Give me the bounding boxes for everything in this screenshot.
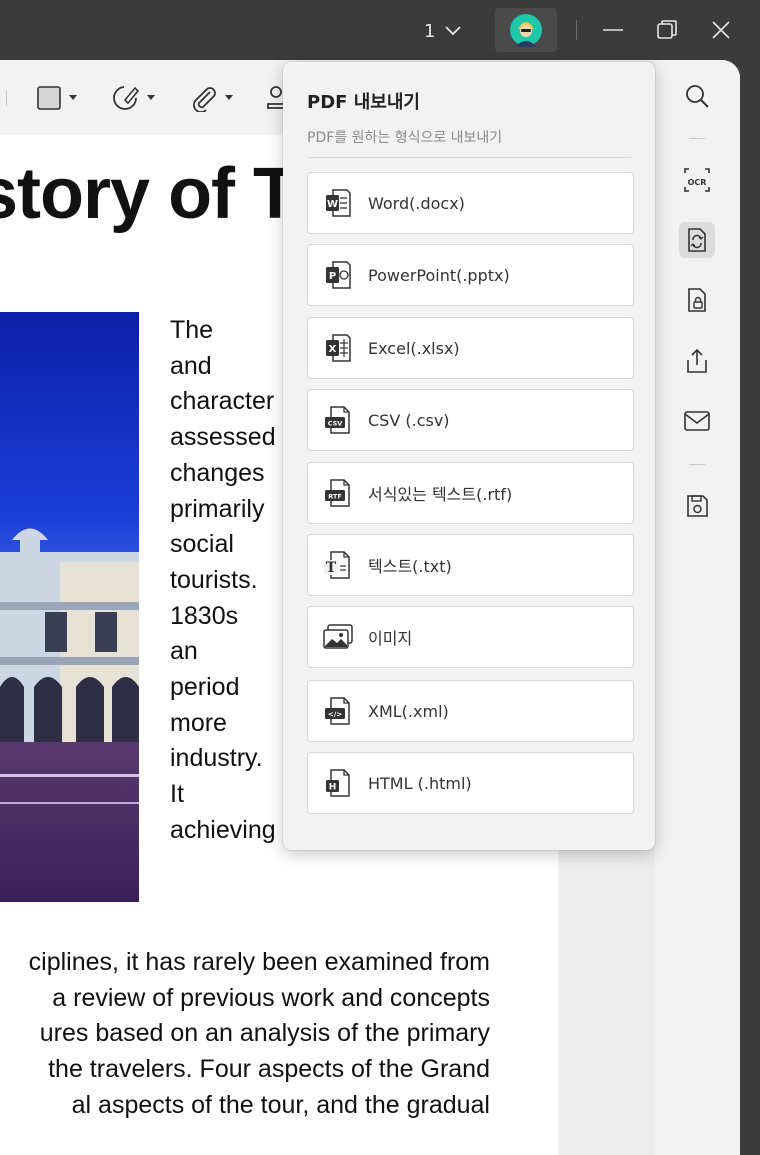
search-icon [686, 85, 709, 108]
restore-icon [657, 20, 677, 39]
shape-tool-button[interactable] [36, 82, 78, 114]
option-label: XML(.xml) [368, 701, 449, 721]
panel-title: PDF 내보내기 [307, 92, 420, 113]
protect-icon [688, 288, 706, 312]
svg-text:</>: </> [328, 711, 342, 719]
body-line: the travelers. Four aspects of the Grand [48, 1055, 490, 1084]
search-button[interactable] [679, 78, 715, 114]
csv-icon: CSV [325, 406, 350, 434]
share-icon [687, 348, 707, 373]
save-icon [687, 495, 708, 517]
rectangle-icon [37, 86, 61, 110]
option-label: 이미지 [368, 629, 413, 648]
svg-text:H: H [329, 783, 337, 793]
export-excel-option[interactable]: X Excel(.xlsx) [307, 317, 634, 379]
pdf-export-panel: PDF 내보내기 PDF를 원하는 형식으로 내보내기 W Word(.docx… [283, 62, 655, 850]
building-photo [0, 312, 139, 902]
svg-text:P: P [329, 271, 336, 282]
body-line: al aspects of the tour, and the gradual [71, 1090, 490, 1119]
svg-text:OCR: OCR [688, 178, 707, 187]
page-selector[interactable]: 1 [424, 18, 462, 44]
ocr-button[interactable]: OCR [679, 162, 715, 198]
export-powerpoint-option[interactable]: P PowerPoint(.pptx) [307, 244, 634, 306]
sidebar-divider [689, 138, 705, 139]
document-photo [0, 312, 139, 902]
caret-down-icon [69, 95, 77, 100]
excel-icon: X [326, 334, 351, 362]
page-number: 1 [424, 20, 436, 42]
mail-button[interactable] [679, 403, 715, 439]
export-txt-option[interactable]: T 텍스트(.txt) [307, 534, 634, 596]
save-button[interactable] [679, 488, 715, 524]
titlebar-divider [576, 20, 577, 40]
export-word-option[interactable]: W Word(.docx) [307, 172, 634, 234]
option-label: 텍스트(.txt) [368, 557, 452, 576]
option-label: HTML (.html) [368, 773, 472, 793]
mail-icon [684, 411, 710, 431]
attachment-icon [193, 87, 216, 112]
convert-button[interactable] [679, 222, 715, 258]
svg-text:W: W [327, 199, 338, 210]
avatar-button[interactable] [495, 8, 557, 52]
highlighter-tool-button[interactable] [110, 82, 156, 114]
export-xml-option[interactable]: </> XML(.xml) [307, 680, 634, 742]
image-icon [323, 624, 353, 649]
export-csv-option[interactable]: CSV CSV (.csv) [307, 389, 634, 451]
export-rtf-option[interactable]: RTF 서식있는 텍스트(.rtf) [307, 462, 634, 524]
right-sidebar: OCR [655, 60, 740, 1155]
avatar-icon [510, 14, 542, 47]
html-icon: H [326, 769, 350, 797]
title-bar: 1 [0, 0, 760, 60]
option-label: PowerPoint(.pptx) [368, 265, 510, 285]
word-icon: W [326, 189, 351, 217]
option-label: 서식있는 텍스트(.rtf) [368, 485, 513, 504]
body-text: ciplines, it has rarely been examined fr… [0, 945, 490, 1124]
svg-text:T: T [326, 560, 337, 576]
option-label: Word(.docx) [368, 193, 465, 213]
share-button[interactable] [679, 343, 715, 379]
option-label: CSV (.csv) [368, 410, 450, 430]
caret-down-icon [225, 95, 233, 100]
minimize-icon [603, 29, 623, 31]
close-icon [712, 21, 730, 39]
restore-button[interactable] [651, 14, 683, 46]
export-image-option[interactable]: 이미지 [307, 606, 634, 668]
toolbar-divider [6, 90, 7, 106]
svg-text:CSV: CSV [328, 420, 343, 428]
attachment-tool-button[interactable] [190, 82, 234, 114]
export-html-option[interactable]: H HTML (.html) [307, 752, 634, 814]
convert-icon [688, 228, 706, 252]
caret-down-icon [147, 95, 155, 100]
option-label: Excel(.xlsx) [368, 338, 460, 358]
chevron-down-icon [445, 26, 462, 36]
protect-button[interactable] [679, 282, 715, 318]
body-line: ures based on an analysis of the primary [39, 1019, 490, 1048]
panel-subtitle: PDF를 원하는 형식으로 내보내기 [307, 130, 503, 146]
xml-icon: </> [325, 697, 350, 725]
svg-text:X: X [329, 344, 337, 355]
minimize-button[interactable] [597, 14, 629, 46]
svg-text:RTF: RTF [328, 493, 342, 501]
ocr-icon: OCR [684, 168, 710, 192]
close-button[interactable] [705, 14, 737, 46]
rtf-icon: RTF [325, 479, 350, 507]
body-line: a review of previous work and concepts [52, 983, 490, 1012]
powerpoint-icon: P [326, 261, 351, 289]
sidebar-divider [689, 464, 705, 465]
txt-icon: T [324, 551, 350, 579]
body-line: ciplines, it has rarely been examined fr… [28, 948, 490, 976]
highlighter-icon [113, 86, 140, 110]
panel-divider [307, 157, 631, 158]
